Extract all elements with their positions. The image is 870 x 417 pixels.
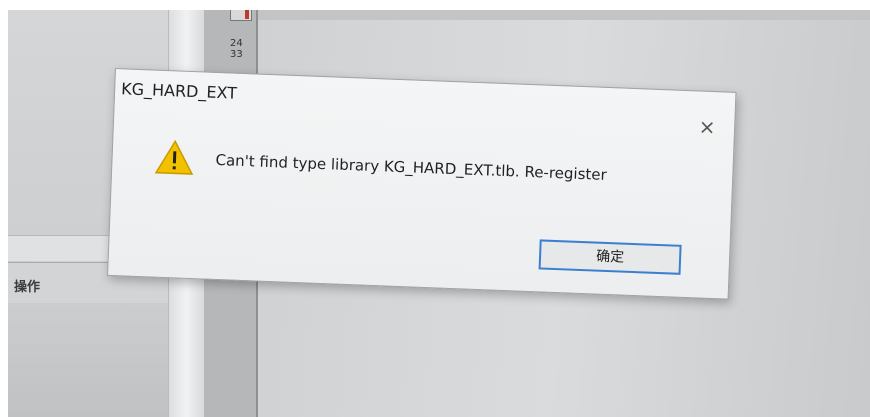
ok-button[interactable]: 确定 — [538, 239, 682, 275]
warning-icon — [154, 139, 194, 175]
workspace-top-edge — [258, 10, 870, 20]
table-body — [8, 303, 168, 417]
error-dialog: KG_HARD_EXT × Can't find type library KG… — [107, 68, 737, 300]
photo-frame: 操作 24 33 KG_HARD_EXT × Can't find type l… — [8, 10, 870, 417]
toolbar-icon[interactable] — [230, 10, 252, 21]
dialog-message: Can't find type library KG_HARD_EXT.tlb.… — [215, 150, 608, 184]
close-icon[interactable]: × — [698, 114, 717, 139]
dialog-title: KG_HARD_EXT — [120, 79, 238, 103]
toolbar-glyph: 24 33 — [230, 38, 243, 60]
table-header-operation-label: 操作 — [14, 280, 41, 295]
